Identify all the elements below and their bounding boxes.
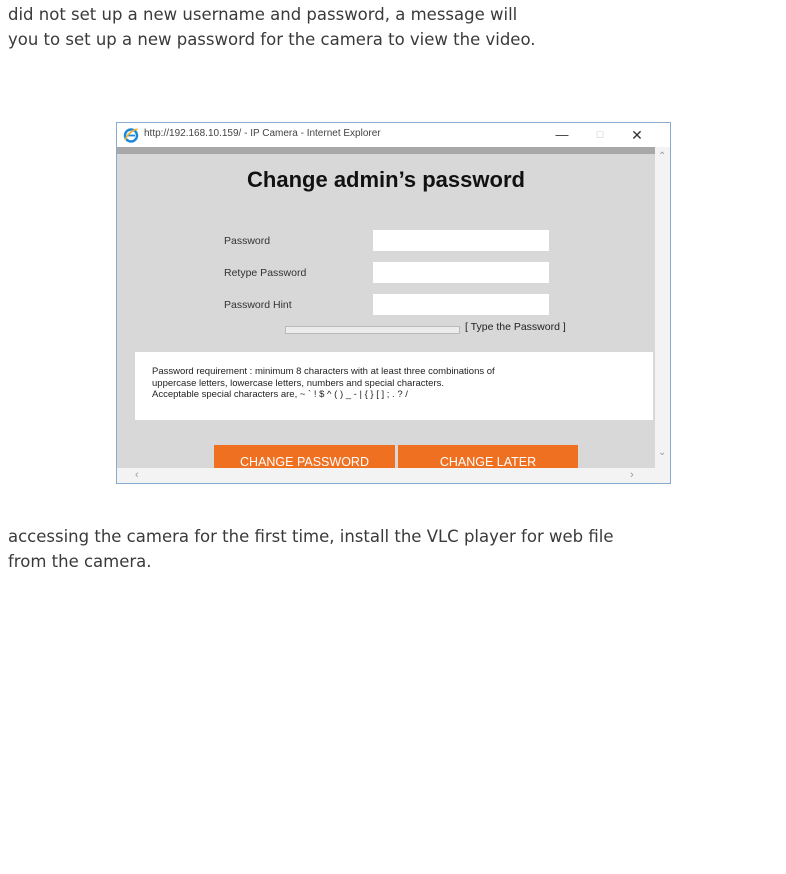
close-button[interactable]: ✕ (622, 125, 652, 145)
scroll-up-icon[interactable]: ⌃ (658, 151, 666, 162)
page-content: Change admin’s password Password Retype … (117, 147, 655, 468)
doc-line: from the camera. (8, 552, 152, 571)
retype-password-field[interactable] (373, 262, 549, 283)
change-later-button[interactable]: CHANGE LATER (398, 445, 578, 468)
requirement-line: Password requirement : minimum 8 charact… (152, 366, 495, 377)
password-hint-field[interactable] (373, 294, 549, 315)
password-strength-text: [ Type the Password ] (465, 321, 566, 333)
doc-paragraph-bottom: accessing the camera for the first time,… (8, 524, 613, 574)
requirement-line: uppercase letters, lowercase letters, nu… (152, 377, 444, 389)
password-field[interactable] (373, 230, 549, 251)
doc-line: accessing the camera for the first time,… (8, 527, 614, 546)
password-strength-bar (285, 326, 460, 334)
doc-paragraph-top: did not set up a new username and passwo… (8, 2, 536, 52)
horizontal-scrollbar[interactable]: ‹ › (117, 468, 655, 483)
doc-line: did not set up a new username and passwo… (8, 5, 518, 24)
maximize-button[interactable]: ☐ (585, 125, 615, 145)
doc-line: you to set up a new password for the cam… (8, 30, 536, 49)
requirement-line: Acceptable special characters are, ~ ` !… (152, 389, 408, 400)
scroll-right-icon[interactable]: › (630, 469, 634, 481)
scrollbar-corner (655, 468, 670, 483)
page-top-bar (117, 147, 655, 154)
scroll-left-icon[interactable]: ‹ (135, 469, 139, 481)
minimize-button[interactable]: — (547, 125, 577, 145)
internet-explorer-icon (123, 128, 139, 143)
password-requirements: Password requirement : minimum 8 charact… (135, 352, 653, 420)
scroll-down-icon[interactable]: ⌄ (658, 447, 666, 458)
page-title: Change admin’s password (247, 167, 525, 192)
password-label: Password (224, 235, 271, 247)
title-bar: http://192.168.10.159/ - IP Camera - Int… (117, 123, 670, 147)
vertical-scrollbar[interactable]: ⌃ ⌄ (655, 147, 670, 468)
retype-password-label: Retype Password (224, 267, 307, 279)
change-password-button[interactable]: CHANGE PASSWORD (214, 445, 395, 468)
browser-window: http://192.168.10.159/ - IP Camera - Int… (116, 122, 671, 484)
window-title: http://192.168.10.159/ - IP Camera - Int… (144, 128, 381, 139)
password-hint-label: Password Hint (224, 299, 292, 311)
